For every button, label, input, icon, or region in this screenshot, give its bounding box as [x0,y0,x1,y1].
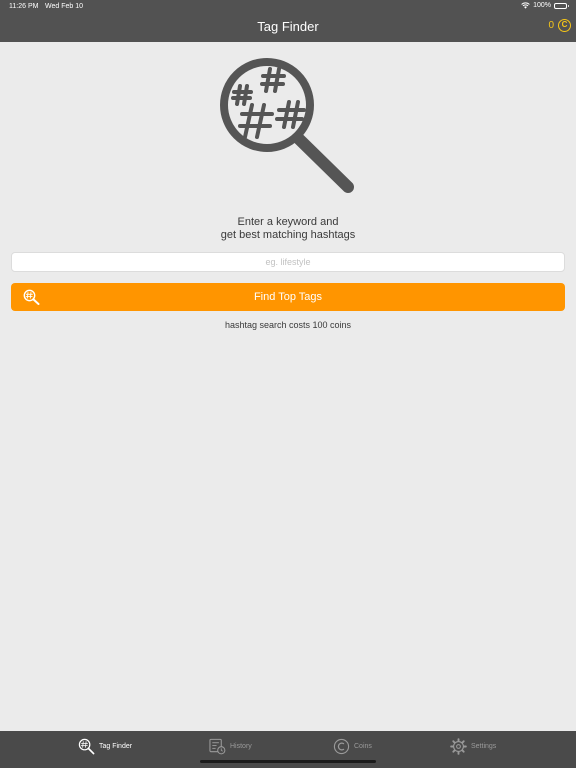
wifi-icon [521,2,530,9]
hashtag-search-icon [78,738,95,755]
cost-note: hashtag search costs 100 coins [224,320,352,330]
tab-settings[interactable]: Settings [450,737,496,755]
tab-history[interactable]: History [209,737,252,755]
instructions-text: Enter a keyword and get best matching ha… [0,216,576,242]
hashtag-magnifier-icon [219,57,359,197]
tab-label: Coins [354,742,372,750]
coin-count: 0 [548,20,554,31]
tag-finder-screen: 11:26 PM Wed Feb 10 100% Tag Finder 0 C [0,0,576,768]
instructions-line-1: Enter a keyword and [237,216,339,228]
status-indicators: 100% [521,2,569,9]
tab-tag-finder[interactable]: Tag Finder [78,737,132,755]
instructions-line-2: get best matching hashtags [220,229,356,241]
home-indicator [200,760,376,763]
coin-icon: C [558,19,571,32]
find-button-label: Find Top Tags [253,291,323,303]
tab-label: History [230,742,252,750]
status-time: 11:26 PM [9,3,39,10]
page-title: Tag Finder [257,19,319,34]
battery-icon [554,2,569,9]
gear-icon [450,737,467,755]
coin-balance[interactable]: 0 C [548,19,571,32]
status-date: Wed Feb 10 [45,3,84,10]
find-top-tags-button[interactable]: Find Top Tags [11,283,565,311]
coin-icon [333,738,350,755]
tab-label: Settings [471,742,497,750]
keyword-input[interactable] [11,252,565,272]
top-bar: 11:26 PM Wed Feb 10 100% Tag Finder 0 C [0,0,576,42]
tab-coins[interactable]: Coins [333,737,372,755]
history-icon [209,738,226,755]
hashtag-search-icon [23,289,41,308]
tab-label: Tag Finder [99,742,133,750]
battery-percent: 100% [533,2,551,9]
